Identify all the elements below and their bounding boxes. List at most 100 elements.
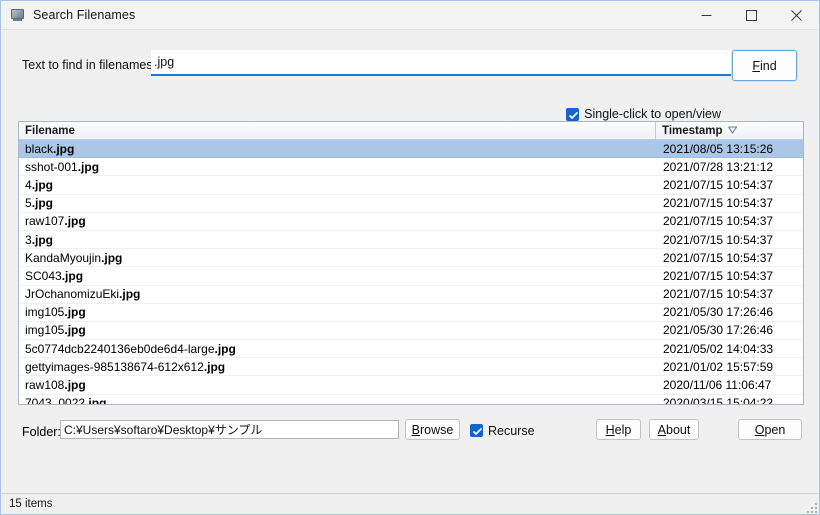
- cell-timestamp: 2021/07/28 13:21:12: [663, 159, 774, 174]
- filename-stem: 7043_0022: [25, 396, 86, 405]
- cell-timestamp: 2021/07/15 10:54:37: [663, 250, 774, 265]
- filename-extension: .jpg: [101, 250, 123, 265]
- column-header-timestamp[interactable]: Timestamp: [656, 122, 803, 139]
- table-row[interactable]: black.jpg 2021/08/05 13:15:26: [19, 140, 803, 159]
- table-row[interactable]: JrOchanomizuEki.jpg 2021/07/15 10:54:37: [19, 286, 803, 304]
- close-icon[interactable]: [774, 1, 819, 29]
- cell-timestamp: 2021/05/30 17:26:46: [663, 305, 774, 320]
- table-row[interactable]: img105.jpg 2021/05/30 17:26:46: [19, 304, 803, 322]
- cell-timestamp: 2021/05/30 17:26:46: [663, 323, 774, 338]
- filename-extension: .jpg: [203, 359, 226, 374]
- file-list[interactable]: Filename Timestamp black.jpg 2021/08/05 1…: [18, 121, 804, 405]
- filename-stem: SC043: [25, 268, 62, 283]
- browse-button[interactable]: Browse: [405, 419, 460, 440]
- cell-timestamp: 2021/07/15 10:54:37: [663, 268, 774, 283]
- filename-stem: raw107: [25, 214, 65, 229]
- table-row[interactable]: img105.jpg 2021/05/30 17:26:46: [19, 322, 803, 341]
- search-filenames-window: Search Filenames Text to find in filenam…: [0, 0, 820, 515]
- filename-extension: .jpg: [64, 214, 86, 229]
- cell-filename: 3.jpg: [19, 233, 656, 247]
- single-click-label: Single-click to open/view: [584, 107, 721, 121]
- status-item-count: 15 items: [9, 498, 53, 510]
- table-row[interactable]: gettyimages-985138674-612x612.jpg 2021/01…: [19, 358, 803, 377]
- filename-stem: 5c0774dcb2240136eb0de6d4-large: [25, 341, 215, 356]
- filename-stem: 3: [25, 232, 32, 247]
- cell-filename: gettyimages-985138674-612x612.jpg: [19, 360, 656, 374]
- window-controls: [684, 1, 819, 29]
- table-row[interactable]: 5c0774dcb2240136eb0de6d4-large.jpg 2021/0…: [19, 340, 803, 359]
- filename-extension: .jpg: [31, 177, 54, 192]
- list-header: Filename Timestamp: [19, 122, 803, 140]
- cell-filename: 5c0774dcb2240136eb0de6d4-large.jpg: [19, 342, 656, 356]
- recurse-option[interactable]: Recurse: [470, 423, 535, 438]
- table-row[interactable]: SC043.jpg 2021/07/15 10:54:37: [19, 267, 803, 286]
- filename-extension: .jpg: [64, 305, 86, 320]
- table-row[interactable]: 7043_0022.jpg 2020/03/15 15:04:22: [19, 395, 803, 405]
- recurse-label: Recurse: [488, 423, 535, 438]
- help-button[interactable]: Help: [596, 419, 641, 440]
- window-title: Search Filenames: [33, 8, 136, 22]
- filename-extension: .jpg: [77, 159, 100, 174]
- column-header-filename[interactable]: Filename: [19, 122, 656, 139]
- filename-stem: gettyimages-985138674-612x612: [25, 359, 204, 374]
- filename-extension: .jpg: [64, 378, 86, 393]
- recurse-checkbox[interactable]: [470, 424, 483, 437]
- single-click-option[interactable]: Single-click to open/view: [566, 106, 721, 122]
- filename-extension: .jpg: [53, 141, 75, 156]
- filename-stem: sshot-001: [25, 159, 78, 174]
- table-row[interactable]: 3.jpg 2021/07/15 10:54:37: [19, 231, 803, 250]
- cell-timestamp: 2021/07/15 10:54:37: [663, 232, 774, 247]
- cell-timestamp: 2021/07/15 10:54:37: [663, 196, 774, 211]
- table-row[interactable]: raw107.jpg 2021/07/15 10:54:37: [19, 213, 803, 231]
- filename-stem: img105: [25, 305, 65, 320]
- filename-extension: .jpg: [61, 268, 84, 283]
- cell-timestamp: 2021/07/15 10:54:37: [663, 214, 774, 229]
- cell-timestamp: 2021/07/15 10:54:37: [663, 177, 774, 192]
- maximize-icon[interactable]: [729, 1, 774, 29]
- filename-extension: .jpg: [214, 341, 236, 356]
- table-row[interactable]: 4.jpg 2021/07/15 10:54:37: [19, 176, 803, 195]
- find-button[interactable]: Find: [732, 50, 797, 81]
- cell-filename: SC043.jpg: [19, 269, 656, 283]
- column-header-filename-label: Filename: [25, 124, 75, 137]
- table-row[interactable]: KandaMyoujin.jpg 2021/07/15 10:54:37: [19, 249, 803, 268]
- filename-stem: raw108: [25, 378, 65, 393]
- filename-extension: .jpg: [31, 196, 54, 211]
- filename-stem: img105: [25, 323, 65, 338]
- window-body: Text to find in filenames: Find Single-c…: [1, 30, 819, 493]
- search-input[interactable]: [151, 50, 734, 76]
- filename-stem: black: [25, 141, 54, 156]
- cell-filename: sshot-001.jpg: [19, 160, 656, 174]
- minimize-icon[interactable]: [684, 1, 729, 29]
- cell-filename: 5.jpg: [19, 196, 656, 210]
- filename-stem: KandaMyoujin: [25, 250, 102, 265]
- folder-label: Folder:: [22, 425, 61, 439]
- single-click-checkbox[interactable]: [566, 107, 580, 121]
- search-label: Text to find in filenames:: [22, 58, 157, 72]
- cell-timestamp: 2021/08/05 13:15:26: [663, 141, 774, 156]
- list-rows: black.jpg 2021/08/05 13:15:26 sshot-001.jp…: [19, 140, 803, 405]
- cell-timestamp: 2021/01/02 15:57:59: [663, 359, 774, 374]
- filename-stem: 5: [25, 196, 32, 211]
- cell-filename: img105.jpg: [19, 323, 656, 337]
- table-row[interactable]: sshot-001.jpg 2021/07/28 13:21:12: [19, 158, 803, 177]
- cell-timestamp: 2021/07/15 10:54:37: [663, 287, 774, 302]
- cell-filename: raw107.jpg: [19, 214, 656, 228]
- filename-extension: .jpg: [64, 323, 86, 338]
- search-input-wrap: [151, 50, 734, 80]
- filename-stem: 4: [25, 177, 32, 192]
- resize-grip-icon[interactable]: [804, 500, 817, 513]
- folder-path-input[interactable]: [60, 420, 399, 439]
- table-row[interactable]: 5.jpg 2021/07/15 10:54:37: [19, 195, 803, 213]
- cell-filename: KandaMyoujin.jpg: [19, 251, 656, 265]
- filename-extension: .jpg: [31, 232, 54, 247]
- open-button[interactable]: Open: [738, 419, 802, 440]
- cell-filename: raw108.jpg: [19, 378, 656, 392]
- cell-timestamp: 2021/05/02 14:04:33: [663, 341, 774, 356]
- table-row[interactable]: raw108.jpg 2020/11/06 11:06:47: [19, 376, 803, 395]
- search-row: Text to find in filenames: Find: [1, 50, 819, 84]
- filename-stem: JrOchanomizuEki: [25, 287, 120, 302]
- cell-filename: black.jpg: [19, 142, 656, 156]
- cell-filename: 4.jpg: [19, 178, 656, 192]
- about-button[interactable]: About: [649, 419, 699, 440]
